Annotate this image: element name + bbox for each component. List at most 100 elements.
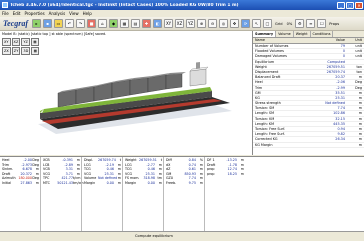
result-row: Freeb. 9.75 m bbox=[166, 181, 203, 186]
summary-row-name: Length: Free Surf. bbox=[255, 132, 285, 137]
plane-icon[interactable]: ◧ bbox=[153, 19, 163, 28]
view-xy-button[interactable]: XY bbox=[2, 38, 11, 46]
summary-row-value: 9.82 bbox=[337, 132, 345, 137]
view-zy-button[interactable]: ZY bbox=[11, 47, 21, 55]
tab-summary[interactable]: Summary bbox=[253, 31, 277, 37]
summary-row-unit: m bbox=[358, 137, 362, 142]
app-icon bbox=[2, 2, 8, 8]
summary-row-unit: ton bbox=[356, 69, 362, 74]
maximize-button[interactable]: □ bbox=[346, 1, 354, 9]
view-zx-button[interactable]: ZX bbox=[2, 47, 11, 55]
summary-row-name: GM bbox=[255, 90, 261, 95]
header-value[interactable]: Value bbox=[317, 38, 345, 43]
zoom-out-icon[interactable]: ⊖ bbox=[208, 19, 218, 28]
settings-icon[interactable]: ⚙ bbox=[295, 19, 305, 28]
props-label: Props bbox=[329, 21, 340, 26]
main-toolbar: Tecgraf ▸ ▪ ▭ ↶ ↷ ■ ⌂ ◆ ▦ ▤ ✚ ◧ XY XZ YZ… bbox=[0, 17, 364, 31]
undo-icon[interactable]: ↶ bbox=[65, 19, 75, 28]
summary-row-name: Trim bbox=[255, 85, 263, 90]
summary-row-unit: m bbox=[358, 106, 362, 111]
select-icon[interactable]: ↖ bbox=[252, 19, 262, 28]
summary-row-unit: m bbox=[358, 75, 362, 80]
menu-edit[interactable]: Edit bbox=[11, 11, 23, 16]
summary-row-name: Balanced Draft bbox=[255, 75, 281, 80]
summary-row-value: 20.37 bbox=[335, 75, 345, 80]
summary-row-unit: Deg bbox=[355, 85, 362, 90]
tab-weight[interactable]: Weight bbox=[294, 31, 311, 37]
menu-analysis[interactable]: Analysis bbox=[47, 11, 67, 16]
open-icon[interactable]: ▸ bbox=[32, 19, 42, 28]
summary-row-name: Heel bbox=[255, 80, 263, 85]
pan-icon[interactable]: ✥ bbox=[230, 19, 240, 28]
brand-logo: Tecgraf bbox=[3, 19, 29, 28]
summary-row-name: Stress strength bbox=[255, 101, 281, 106]
menu-help[interactable]: Help bbox=[81, 11, 94, 16]
summary-row-name: Equilibrium bbox=[255, 59, 275, 64]
status-message: Compute equilibrium bbox=[135, 234, 173, 238]
close-button[interactable]: ✕ bbox=[355, 1, 363, 9]
summary-row-value: 267059.51 bbox=[326, 64, 345, 69]
grid-icon[interactable]: ▦ bbox=[120, 19, 130, 28]
folder-icon[interactable]: ▭ bbox=[54, 19, 64, 28]
result-unit: m bbox=[35, 180, 39, 185]
3d-viewport[interactable]: Model B: (static) [static top ] st able … bbox=[0, 31, 253, 155]
summary-row-value: 26.34 bbox=[335, 137, 345, 142]
axis-xz-icon[interactable]: XZ bbox=[175, 19, 185, 28]
header-unit[interactable]: Unit bbox=[345, 38, 364, 43]
result-value: 50121.43 bbox=[57, 180, 73, 185]
header-name[interactable]: Name bbox=[253, 38, 317, 43]
save-icon[interactable]: ▪ bbox=[43, 19, 53, 28]
summary-row-value: 0.94 bbox=[337, 127, 345, 131]
view-buttons-row2: ZX ZY 3D ▦ bbox=[2, 47, 40, 55]
summary-row-unit: m bbox=[358, 111, 362, 116]
view-3d-button[interactable]: 3D bbox=[21, 47, 31, 55]
list-icon[interactable]: ≡ bbox=[306, 19, 316, 28]
grid-toggle-icon[interactable]: □ bbox=[263, 19, 273, 28]
menu-properties[interactable]: Properties bbox=[22, 11, 46, 16]
minimize-button[interactable]: _ bbox=[337, 1, 345, 9]
hull-icon[interactable]: ◆ bbox=[109, 19, 119, 28]
view-yz-button[interactable]: YZ bbox=[21, 38, 30, 46]
result-label bbox=[207, 181, 221, 186]
grid-value: 0% bbox=[286, 21, 293, 26]
summary-row-unit: m bbox=[358, 132, 362, 137]
grid-divider bbox=[163, 157, 164, 232]
view-xz-button[interactable]: XZ bbox=[11, 38, 21, 46]
grid-divider bbox=[122, 157, 123, 232]
summary-row-name: Displacement bbox=[255, 69, 279, 74]
result-label: MTC bbox=[43, 180, 50, 185]
zoom-in-icon[interactable]: ⊕ bbox=[197, 19, 207, 28]
summary-row-name: Length: KM bbox=[255, 121, 275, 126]
result-value: 0.00 bbox=[147, 180, 155, 185]
summary-row-name: KG bbox=[255, 95, 260, 100]
menu-file[interactable]: File bbox=[0, 11, 11, 16]
result-value: 9.75 bbox=[188, 180, 196, 185]
summary-row-unit: m bbox=[358, 116, 362, 121]
summary-row-name: Torsion: KM bbox=[255, 116, 275, 121]
summary-row[interactable]: KG Margin m bbox=[253, 143, 364, 148]
menu-view[interactable]: View bbox=[67, 11, 81, 16]
view-grid-icon[interactable]: ▦ bbox=[31, 47, 40, 55]
zoom-fit-icon[interactable]: ◎ bbox=[219, 19, 229, 28]
ship-icon[interactable]: ⌂ bbox=[98, 19, 108, 28]
tab-volume[interactable]: Volume bbox=[276, 31, 294, 37]
axis-yz-icon[interactable]: YZ bbox=[186, 19, 196, 28]
props-toggle-icon[interactable]: ☐ bbox=[317, 19, 327, 28]
results-col-4: Weight 267059.51 t LCG -2.77 m TCG 0.46 m VCG 25.3… bbox=[125, 158, 162, 185]
summary-row-unit: m bbox=[358, 121, 362, 126]
results-col-2: XCB -0.391 m LCB -2.89 m VCB 3.31 m VCG 3.71 m TPC 42… bbox=[43, 158, 84, 185]
tab-conditions[interactable]: Conditions bbox=[311, 31, 334, 37]
view-camera-icon[interactable]: ▦ bbox=[30, 38, 39, 46]
summary-row-name: Length: SM bbox=[255, 111, 274, 116]
rotate-icon[interactable]: ⟳ bbox=[241, 19, 251, 28]
stop-icon[interactable]: ■ bbox=[87, 19, 97, 28]
summary-row-unit: m bbox=[358, 95, 362, 100]
tank-icon[interactable]: ▤ bbox=[131, 19, 141, 28]
redo-icon[interactable]: ↷ bbox=[76, 19, 86, 28]
summary-row-unit: m bbox=[358, 90, 362, 95]
summary-row-unit: m bbox=[358, 101, 362, 106]
axis-xy-icon[interactable]: XY bbox=[164, 19, 174, 28]
summary-row-unit: ton bbox=[356, 64, 362, 69]
section-icon[interactable]: ✚ bbox=[142, 19, 152, 28]
result-unit: m bbox=[158, 180, 162, 185]
